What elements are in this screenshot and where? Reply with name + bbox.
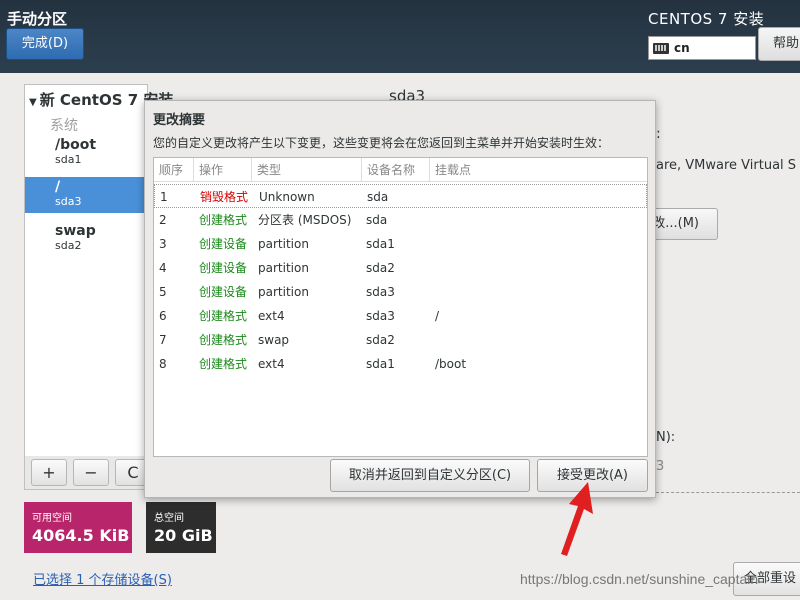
cell-type: partition	[258, 261, 309, 275]
cell-order: 4	[159, 261, 167, 275]
column-header-mount[interactable]: 挂载点	[430, 158, 647, 182]
cell-action: 销毁格式	[200, 190, 249, 204]
mount-item-boot[interactable]: /boot sda1	[25, 135, 147, 171]
cell-device: sda1	[366, 357, 395, 371]
cell-device: sda3	[366, 285, 395, 299]
table-row[interactable]: 1 销毁格式 Unknown sda	[154, 184, 647, 208]
dialog-description: 您的自定义更改将产生以下变更，这些变更将会在您返回到主菜单并开始安装时生效：	[153, 136, 610, 150]
remove-partition-button[interactable]: −	[73, 459, 109, 486]
change-summary-dialog: 更改摘要 您的自定义更改将产生以下变更，这些变更将会在您返回到主菜单并开始安装时…	[144, 100, 656, 498]
keyboard-layout-label: cn	[674, 41, 690, 55]
available-space-card: 可用空间 4064.5 KiB	[24, 502, 132, 553]
keyboard-layout-selector[interactable]: cn	[648, 36, 756, 60]
total-space-card: 总空间 20 GiB	[146, 502, 216, 553]
column-header-type[interactable]: 类型	[252, 158, 362, 182]
device-heading-fragment: :	[656, 126, 661, 142]
product-title: CENTOS 7 安装	[648, 10, 765, 28]
cell-action: 创建格式	[199, 333, 248, 347]
cell-mount: /boot	[435, 357, 467, 371]
table-row[interactable]: 7 创建格式 swap sda2	[154, 328, 647, 352]
mount-item-root[interactable]: / sda3	[25, 177, 147, 213]
table-row[interactable]: 2 创建格式 分区表 (MSDOS) sda	[154, 208, 647, 232]
keyboard-icon	[653, 42, 669, 54]
category-system: 系统	[50, 118, 78, 134]
cell-order: 2	[159, 213, 167, 227]
name-field-value[interactable]: 3	[656, 459, 664, 474]
mount-device-label: sda2	[55, 239, 82, 252]
cell-device: sda3	[366, 309, 395, 323]
cell-action: 创建设备	[199, 261, 248, 275]
divider	[656, 492, 800, 493]
help-button[interactable]: 帮助	[758, 27, 800, 61]
mount-point-label: swap	[55, 223, 96, 239]
cell-type: 分区表 (MSDOS)	[258, 213, 352, 227]
device-description: are, VMware Virtual S	[656, 158, 797, 173]
table-row[interactable]: 3 创建设备 partition sda1	[154, 232, 647, 256]
cell-type: ext4	[258, 309, 285, 323]
cell-action: 创建设备	[199, 237, 248, 251]
cell-device: sda2	[366, 261, 395, 275]
cell-type: partition	[258, 237, 309, 251]
column-header-action[interactable]: 操作	[194, 158, 252, 182]
dialog-title: 更改摘要	[153, 113, 206, 128]
column-header-order[interactable]: 顺序	[154, 158, 194, 182]
total-space-label: 总空间	[154, 513, 184, 524]
red-arrow-annotation-icon	[561, 482, 593, 556]
page-title: 手动分区	[7, 10, 68, 28]
cell-order: 1	[160, 190, 168, 204]
table-header: 顺序 操作 类型 设备名称 挂载点	[154, 158, 647, 182]
cell-action: 创建格式	[199, 213, 248, 227]
watermark-text: https://blog.csdn.net/sunshine_captain	[520, 571, 759, 587]
mount-device-label: sda1	[55, 153, 82, 166]
partition-toolbar: + − C	[24, 456, 151, 490]
table-row[interactable]: 5 创建设备 partition sda3	[154, 280, 647, 304]
cell-order: 6	[159, 309, 167, 323]
expander-arrow-icon[interactable]: ▼	[29, 97, 37, 108]
cell-type: Unknown	[259, 190, 315, 204]
total-space-value: 20 GiB	[154, 526, 213, 545]
cell-type: ext4	[258, 357, 285, 371]
cell-action: 创建格式	[199, 357, 248, 371]
table-row[interactable]: 4 创建设备 partition sda2	[154, 256, 647, 280]
selected-storage-link[interactable]: 已选择 1 个存储设备(S)	[33, 569, 172, 588]
cell-order: 3	[159, 237, 167, 251]
cell-order: 8	[159, 357, 167, 371]
available-space-label: 可用空间	[32, 513, 72, 524]
cell-type: swap	[258, 333, 290, 347]
cell-action: 创建格式	[199, 309, 248, 323]
cell-mount: /	[435, 309, 440, 323]
cancel-return-button[interactable]: 取消并返回到自定义分区(C)	[330, 459, 530, 492]
done-button[interactable]: 完成(D)	[6, 28, 84, 60]
changes-table: 顺序 操作 类型 设备名称 挂载点 1 销毁格式 Unknown sda 2 创建格式 分区…	[153, 157, 648, 457]
cell-device: sda	[367, 190, 389, 204]
mount-item-swap[interactable]: swap sda2	[25, 221, 147, 257]
mount-point-label: /	[55, 179, 61, 195]
cell-order: 5	[159, 285, 167, 299]
available-space-value: 4064.5 KiB	[32, 526, 130, 545]
name-label: N):	[656, 430, 676, 445]
header-bar: 手动分区 完成(D) CENTOS 7 安装 cn 帮助	[0, 0, 800, 73]
mount-point-list: ▼ 新 CentOS 7 安装 系统 /boot sda1 / sda3 swap…	[24, 84, 173, 458]
cell-device: sda	[366, 213, 388, 227]
cell-device: sda2	[366, 333, 395, 347]
cell-action: 创建设备	[199, 285, 248, 299]
cell-order: 7	[159, 333, 167, 347]
add-partition-button[interactable]: +	[31, 459, 67, 486]
mount-point-label: /boot	[55, 137, 97, 153]
table-row[interactable]: 6 创建格式 ext4 sda3 /	[154, 304, 647, 328]
mount-device-label: sda3	[55, 195, 82, 208]
cell-type: partition	[258, 285, 309, 299]
column-header-device[interactable]: 设备名称	[362, 158, 430, 182]
cell-device: sda1	[366, 237, 395, 251]
table-row[interactable]: 8 创建格式 ext4 sda1/boot	[154, 352, 647, 376]
